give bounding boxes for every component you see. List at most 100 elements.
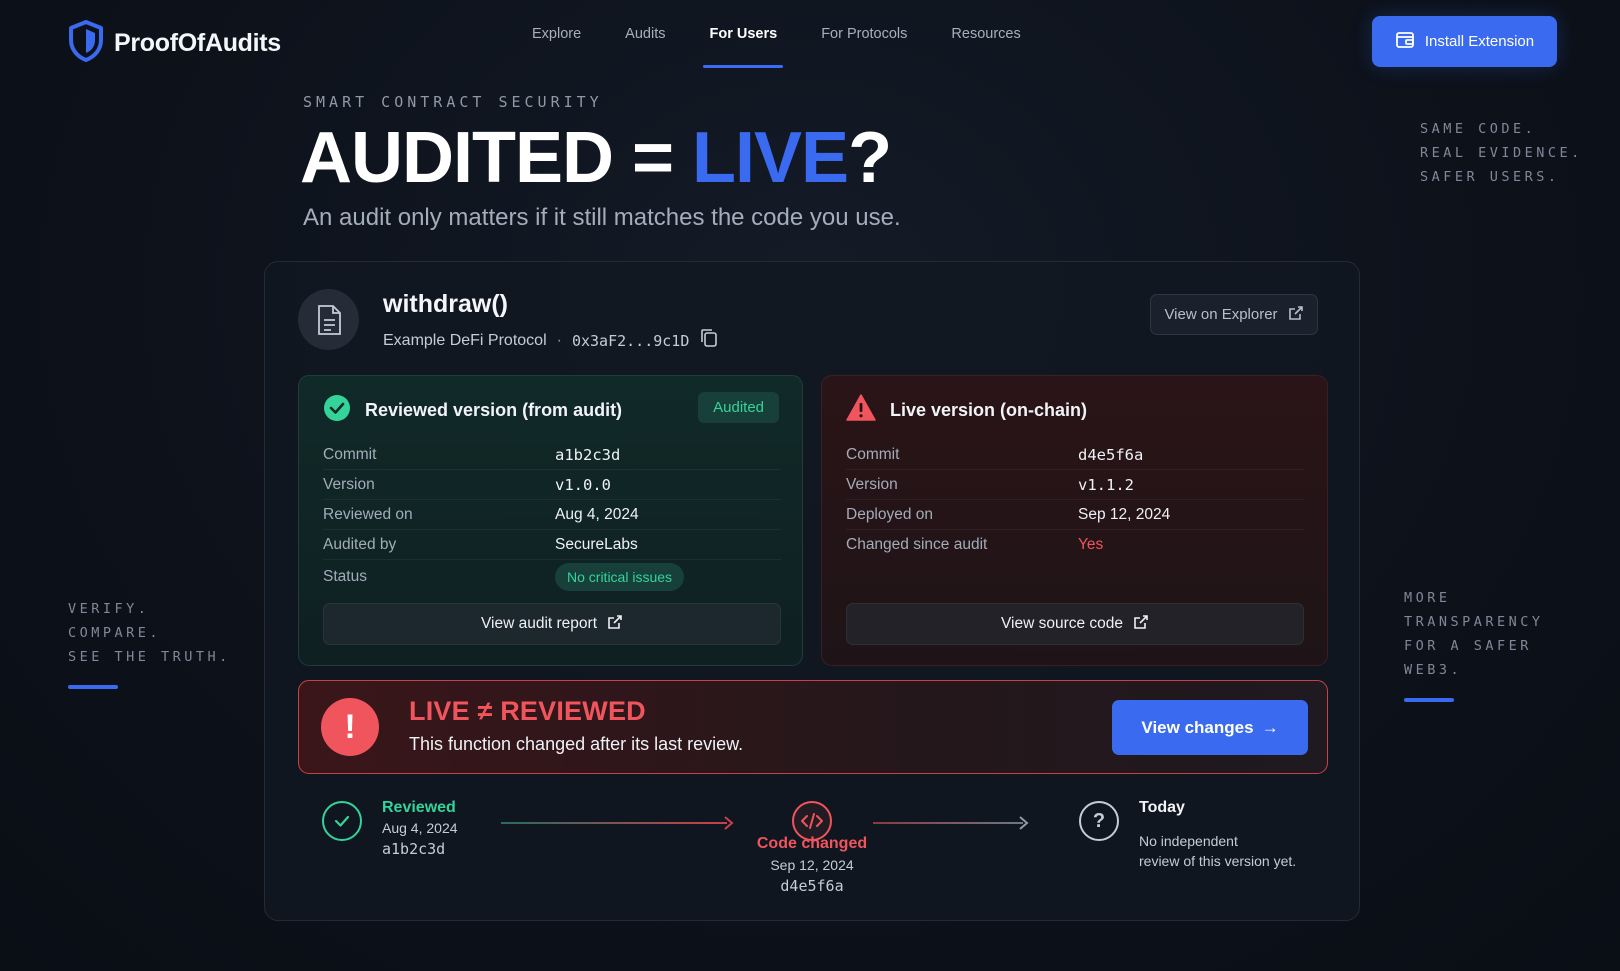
view-changes-button[interactable]: View changes → [1112,700,1308,755]
alert-title: LIVE ≠ REVIEWED [409,696,646,726]
side-tagline-top-right: SAME CODE. REAL EVIDENCE. SAFER USERS. [1420,117,1583,189]
hero-title: AUDITED = LIVE? [300,118,892,198]
external-link-icon [1288,305,1304,325]
function-name: withdraw() [383,290,508,318]
detail-value: Sep 12, 2024 [1078,505,1171,523]
function-comparison-card: withdraw() Example DeFi Protocol · 0x3aF… [264,261,1360,921]
alert-subtitle: This function changed after its last rev… [409,734,744,754]
copy-icon[interactable] [699,328,719,353]
detail-key: Deployed on [846,505,934,523]
view-audit-report-button[interactable]: View audit report [323,603,781,645]
view-source-code-button[interactable]: View source code [846,603,1304,645]
timeline-step-reviewed [322,801,362,841]
mismatch-alert: ! LIVE ≠ REVIEWED This function changed … [298,680,1328,774]
shield-logo-icon [68,20,104,67]
detail-value: SecureLabs [555,535,638,553]
timeline-reviewed-text: Reviewed Aug 4, 2024 a1b2c3d [382,799,458,858]
brand-name: ProofOfAudits [114,29,281,57]
external-link-icon [607,614,623,635]
side-line: SAFER USERS. [1420,169,1560,185]
nav-explore[interactable]: Explore [510,26,603,68]
live-details: Commit d4e5f6a Version v1.1.2 Deployed o… [846,440,1304,560]
live-panel-title: Live version (on-chain) [890,400,1088,420]
install-extension-button[interactable]: Install Extension [1372,16,1557,67]
arrow-right-icon: → [1261,717,1279,737]
top-navigation: ProofOfAudits Explore Audits For Users F… [0,0,1620,80]
install-extension-label: Install Extension [1424,33,1535,50]
detail-key: Commit [323,445,377,463]
nav-links: Explore Audits For Users For Protocols R… [510,26,1043,68]
side-line: SAME CODE. [1420,121,1537,137]
detail-row: Version v1.0.0 [323,470,781,500]
side-line: WEB3. [1404,662,1463,678]
detail-row: Commit a1b2c3d [323,440,781,470]
exclamation-icon: ! [321,698,379,756]
timeline-connector [501,822,727,824]
timeline-changed-title: Code changed [756,835,868,852]
view-on-explorer-label: View on Explorer [1164,306,1278,323]
side-tagline-bottom-right: MORE TRANSPARENCY FOR A SAFER WEB3. [1404,586,1544,702]
detail-key: Audited by [323,535,397,553]
timeline-step-today: ? [1079,801,1119,841]
side-line: FOR A SAFER [1404,638,1532,654]
arrow-right-icon [723,815,735,836]
timeline-reviewed-date: Aug 4, 2024 [382,820,458,836]
audited-badge: Audited [698,392,779,423]
detail-key: Changed since audit [846,536,988,553]
detail-row: Reviewed on Aug 4, 2024 [323,500,781,530]
file-code-icon [298,289,359,350]
detail-key: Reviewed on [323,505,413,523]
protocol-name: Example DeFi Protocol [383,331,547,349]
hero-title-part1: AUDITED = [300,118,693,198]
timeline-reviewed-title: Reviewed [382,799,456,816]
nav-for-users[interactable]: For Users [687,26,799,68]
timeline-today-text: Today No independent review of this vers… [1139,799,1296,871]
wallet-icon [1395,30,1415,54]
reviewed-details: Commit a1b2c3d Version v1.0.0 Reviewed o… [323,440,781,594]
view-on-explorer-button[interactable]: View on Explorer [1150,294,1318,335]
contract-address: 0x3aF2...9c1D [571,331,690,350]
nav-resources[interactable]: Resources [929,26,1042,68]
hero-title-accent: LIVE [692,118,849,198]
timeline-today-title: Today [1139,799,1185,816]
detail-row: Version v1.1.2 [846,470,1304,500]
side-line: REAL EVIDENCE. [1420,145,1583,161]
detail-key: Version [846,475,898,493]
function-meta: Example DeFi Protocol · 0x3aF2...9c1D [383,328,719,353]
timeline-changed-hash: d4e5f6a [780,877,844,895]
side-line: SEE THE TRUTH. [68,649,231,665]
changed-since-audit-value: Yes [1078,536,1104,553]
timeline-today-note: No independent review of this version ye… [1139,831,1296,871]
check-icon [322,801,362,841]
reviewed-version-panel: Reviewed version (from audit) Audited Co… [298,375,803,666]
view-source-code-label: View source code [1000,615,1124,632]
hero-subtitle: An audit only matters if it still matche… [303,204,901,231]
detail-key: Version [323,475,375,493]
detail-key: Status [323,568,367,585]
meta-separator: · [556,331,562,349]
nav-audits[interactable]: Audits [603,26,687,68]
detail-value: v1.0.0 [555,475,611,494]
view-audit-report-label: View audit report [480,615,598,632]
detail-value: Aug 4, 2024 [555,505,639,523]
detail-row-changed: Changed since audit Yes [846,530,1304,560]
side-line: VERIFY. [68,601,150,617]
timeline-today-note-line: No independent [1139,833,1238,849]
reviewed-panel-header: Reviewed version (from audit) [323,394,622,427]
timeline-connector [873,822,1023,824]
timeline-today-note-line: review of this version yet. [1139,853,1297,869]
detail-key: Commit [846,445,900,463]
nav-for-protocols[interactable]: For Protocols [799,26,929,68]
check-circle-icon [323,394,351,427]
brand-logo[interactable]: ProofOfAudits [68,20,281,67]
live-panel-header: Live version (on-chain) [846,394,1087,427]
side-line: MORE [1404,590,1451,606]
side-accent-bar [68,685,118,689]
question-icon: ? [1079,801,1119,841]
detail-value: a1b2c3d [555,445,621,464]
detail-row-status: Status No critical issues [323,560,781,594]
hero-title-part2: ? [848,118,892,198]
detail-row: Deployed on Sep 12, 2024 [846,500,1304,530]
side-line: COMPARE. [68,625,162,641]
hero-eyebrow: SMART CONTRACT SECURITY [303,93,603,111]
